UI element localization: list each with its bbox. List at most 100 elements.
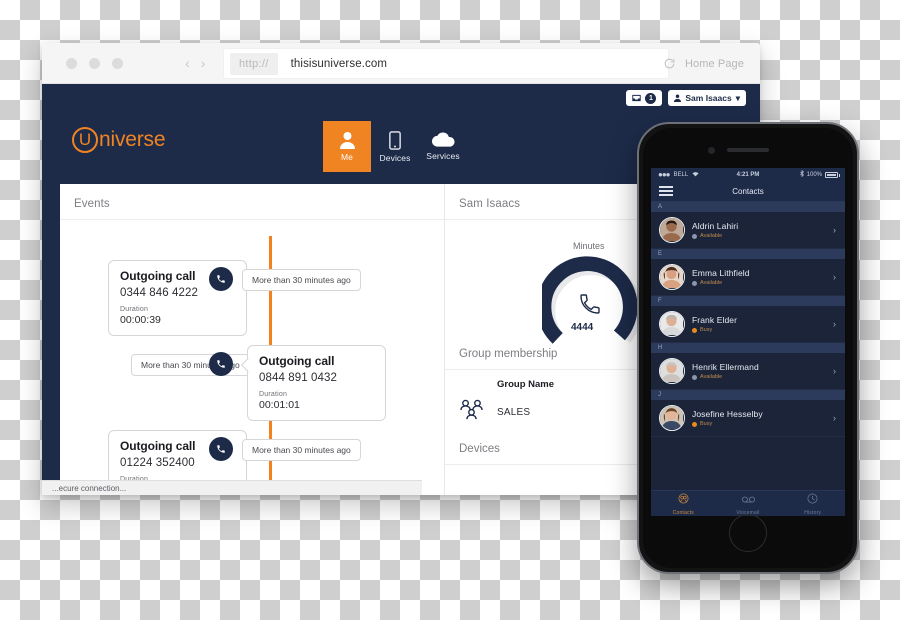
browser-chrome: ‹ › http:// thisisuniverse.com Home Page [42,43,760,84]
url-scheme-label: http:// [230,52,278,75]
list-item[interactable]: Frank Elder Busy › [651,306,845,343]
chevron-right-icon[interactable]: › [833,413,836,423]
messages-badge: 1 [645,92,657,104]
events-panel-title: Events [60,184,444,220]
section-header: A [651,202,845,212]
event-card[interactable]: Outgoing call 0844 891 0432 Duration 00:… [247,345,386,421]
chevron-right-icon[interactable]: › [833,272,836,282]
mobile-icon [389,130,401,150]
reload-icon[interactable] [663,57,676,70]
phone-icon [209,437,233,461]
phone-nav-bar: Contacts [651,181,845,202]
list-item[interactable]: Henrik Ellermand Available › [651,353,845,390]
site-topbar: 1 Sam Isaacs ▾ [42,84,760,111]
event-title: Outgoing call [259,354,335,368]
contact-status-label: Busy [700,327,713,333]
battery-icon [825,171,840,178]
nav-item-devices-label: Devices [379,152,411,163]
contact-status-label: Busy [700,421,713,427]
user-menu-button[interactable]: Sam Isaacs ▾ [668,90,746,106]
window-controls[interactable] [42,57,123,69]
chevron-right-icon[interactable]: › [833,366,836,376]
section-header: H [651,343,845,353]
group-name-value: SALES [497,407,531,418]
earpiece-speaker [727,148,769,152]
list-item[interactable]: Josefine Hesselby Busy › [651,400,845,437]
user-icon [674,94,682,102]
events-panel: Events Outgoing call 0344 846 4222 Durat… [60,184,445,495]
browser-navigation[interactable]: ‹ › [185,56,205,70]
nav-item-devices[interactable]: Devices [371,121,419,172]
messages-button[interactable]: 1 [626,90,663,106]
event-duration-label: Duration [259,391,288,398]
section-header: E [651,249,845,259]
contact-status: Available [692,280,750,286]
nav-item-me-label: Me [340,152,353,162]
voicemail-icon [741,491,755,509]
phone-tab-bar: Contacts Voicemail History [651,490,845,516]
section-header: F [651,296,845,306]
event-time-label: More than 30 minutes ago [242,439,361,461]
timeline-event[interactable]: Outgoing call 0844 891 0432 Duration 00:… [247,345,386,421]
phone-screen: ●●● BELL 4:21 PM 100% Contacts A Aldrin … [651,168,845,516]
back-icon[interactable]: ‹ [185,56,190,70]
address-bar[interactable]: http:// thisisuniverse.com [224,49,668,78]
phone-nav-title: Contacts [732,186,764,196]
site-logo[interactable]: U niverse [72,127,165,153]
contact-status-label: Available [700,233,723,239]
list-item[interactable]: Aldrin Lahiri Available › [651,212,845,249]
chevron-right-icon[interactable]: › [833,319,836,329]
tab-history[interactable]: History [780,491,845,516]
hamburger-icon[interactable] [659,186,673,196]
battery-percent-label: 100% [806,171,822,178]
left-rail [42,184,60,495]
url-text[interactable]: thisisuniverse.com [291,58,387,70]
front-camera [708,147,715,154]
browser-status-bar: ...ecure connection... [42,480,422,495]
user-menu-label: Sam Isaacs [685,93,732,103]
contact-status: Available [692,233,738,239]
chevron-right-icon[interactable]: › [833,225,836,235]
phone-status-bar: ●●● BELL 4:21 PM 100% [651,168,845,181]
nav-item-services[interactable]: Services [419,121,467,172]
home-page-label[interactable]: Home Page [685,58,744,70]
maximize-window-button[interactable] [112,57,123,69]
nav-item-services-label: Services [426,151,460,161]
list-item[interactable]: Emma Lithfield Available › [651,259,845,296]
event-duration: 00:00:39 [120,314,161,326]
home-button[interactable] [729,514,767,552]
section-header: J [651,390,845,400]
contact-status-label: Available [700,280,723,286]
contact-name: Josefine Hesselby [692,409,763,419]
status-dot [692,374,697,380]
minimize-window-button[interactable] [89,57,100,69]
event-duration: 00:01:01 [259,399,300,411]
event-number: 0844 891 0432 [259,372,338,384]
contact-status-label: Available [700,374,723,380]
minutes-gauge-label: Minutes [573,241,605,251]
person-icon [339,131,356,149]
tab-voicemail[interactable]: Voicemail [716,491,781,516]
avatar [659,217,685,243]
avatar [659,358,685,384]
contacts-icon [678,491,689,509]
phone-handset-icon [578,292,602,321]
phone-icon [209,352,233,376]
minutes-gauge [536,256,642,354]
carrier-label: BELL [673,171,689,178]
forward-icon[interactable]: › [201,56,206,70]
cloud-icon [431,132,455,148]
avatar [659,405,685,431]
contacts-list[interactable]: A Aldrin Lahiri Available › E Emma Lithf… [651,202,845,437]
phone-device: ●●● BELL 4:21 PM 100% Contacts A Aldrin … [637,122,859,574]
event-time-label: More than 30 minutes ago [242,269,361,291]
tab-contacts-label: Contacts [672,510,694,516]
signal-dots-icon: ●●● [658,170,670,179]
event-duration-label: Duration [120,306,149,313]
chrome-right-controls: Home Page [663,43,744,84]
phone-status-right: 100% [799,169,840,179]
status-dot [692,280,697,286]
tab-contacts[interactable]: Contacts [651,491,716,516]
close-window-button[interactable] [66,57,77,69]
nav-item-me[interactable]: Me [323,121,371,172]
